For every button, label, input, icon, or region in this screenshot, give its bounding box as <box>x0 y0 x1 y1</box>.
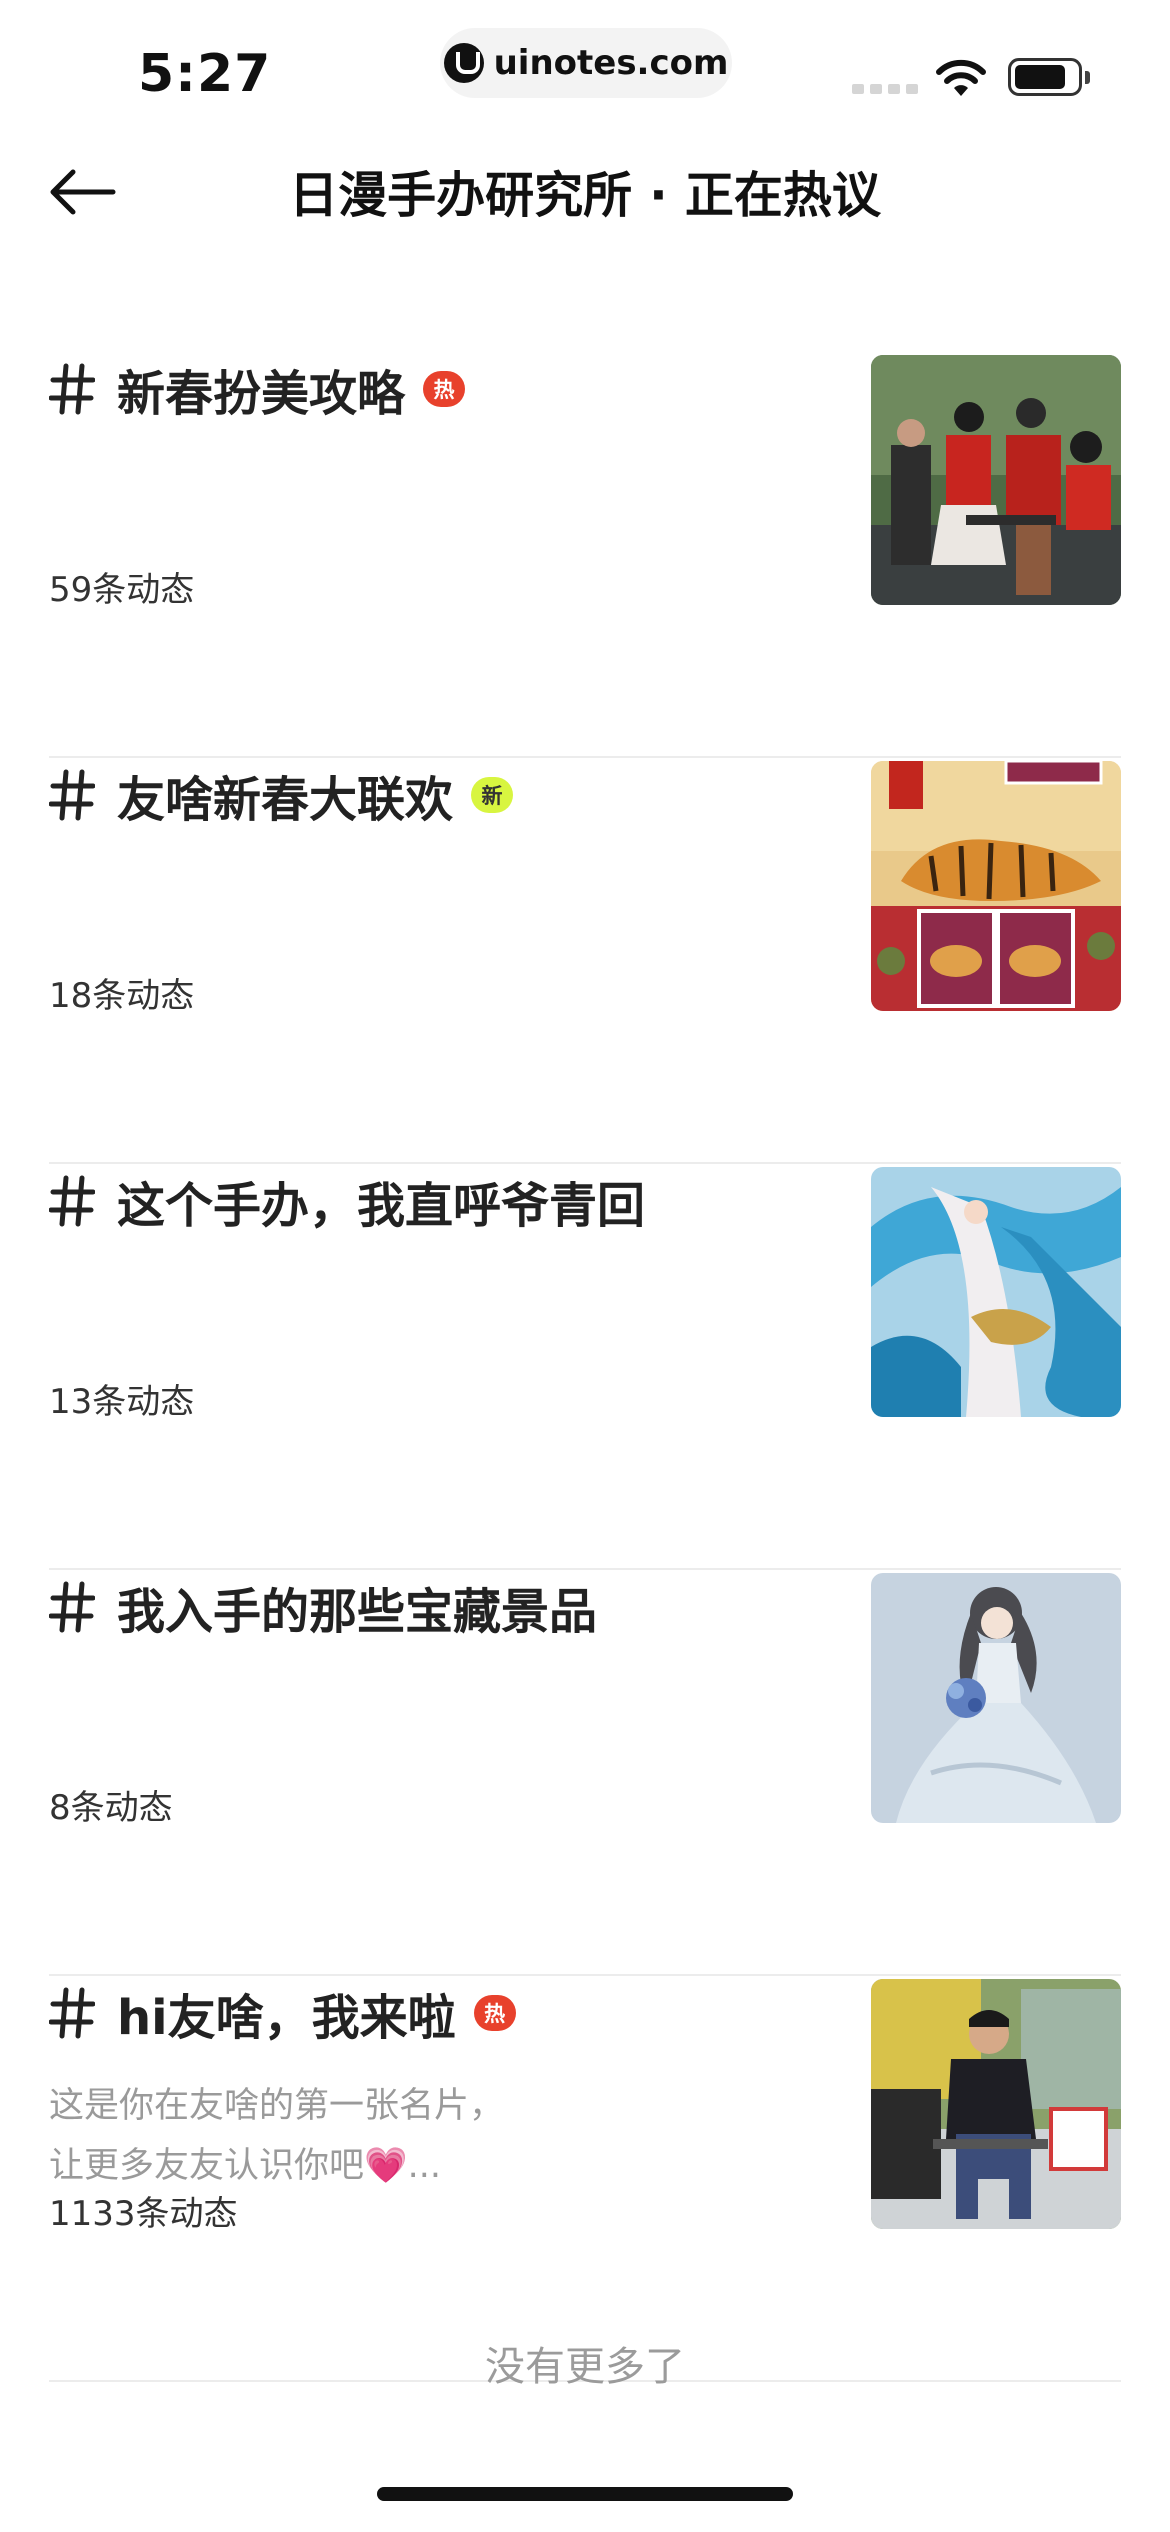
bride-figure-thumbnail <box>871 1573 1121 1823</box>
hashtag-icon <box>49 1987 95 2039</box>
tiger-stamp-thumbnail <box>871 761 1121 1011</box>
topic-title: hi友啥，我来啦 <box>117 1990 456 2046</box>
topic-post-count: 8条动态 <box>49 1788 173 1828</box>
topic-thumbnail-image[interactable] <box>871 1167 1121 1417</box>
wifi-icon <box>936 59 986 96</box>
topic-item[interactable]: 这个手办，我直呼爷青回 13条动态 <box>0 1164 1170 1570</box>
topic-post-count: 59条动态 <box>49 570 195 610</box>
hashtag-icon <box>49 1175 95 1227</box>
topic-title: 新春扮美攻略 <box>117 366 406 422</box>
cellular-signal-icon <box>852 84 918 94</box>
topic-item[interactable]: hi友啥，我来啦 热 这是你在友啥的第一张名片， 让更多友友认识你吧💗... 1… <box>0 1976 1170 2382</box>
group-photo-thumbnail <box>871 355 1121 605</box>
url-text: uinotes.com <box>493 43 729 83</box>
no-more-footer: 没有更多了 <box>485 2344 685 2390</box>
topic-title: 友啥新春大联欢 <box>117 772 454 828</box>
topic-title: 我入手的那些宝藏景品 <box>117 1584 598 1640</box>
home-indicator[interactable] <box>377 2487 793 2501</box>
url-pill[interactable]: uinotes.com <box>440 28 732 98</box>
topic-title: 这个手办，我直呼爷青回 <box>117 1178 646 1234</box>
topic-title-row: 友啥新春大联欢 新 <box>49 758 514 832</box>
topic-description: 这是你在友啥的第一张名片， 让更多友友认识你吧💗... <box>49 2086 505 2186</box>
status-time: 5:27 <box>138 44 272 104</box>
topic-title-row: 新春扮美攻略 热 <box>49 352 466 426</box>
topic-thumbnail-image[interactable] <box>871 355 1121 605</box>
topic-thumbnail-image[interactable] <box>871 761 1121 1011</box>
hot-badge: 热 <box>473 1995 516 2031</box>
hot-badge: 热 <box>423 371 466 407</box>
topic-title-row: 这个手办，我直呼爷青回 <box>49 1164 645 1238</box>
hashtag-icon <box>49 363 95 415</box>
dragon-figure-thumbnail <box>871 1167 1121 1417</box>
hashtag-icon <box>49 1581 95 1633</box>
topic-thumbnail-image[interactable] <box>871 1573 1121 1823</box>
topic-post-count: 13条动态 <box>49 1382 195 1422</box>
status-bar: 5:27 uinotes.com <box>0 0 1170 130</box>
topic-list: 新春扮美攻略 热 59条动态 友啥新春大联欢 新 18条动态 这个手办，我直呼爷… <box>0 352 1170 2382</box>
topic-list-page: 5:27 uinotes.com 日漫手办研究所 · 正在热议 新春扮美攻略 热… <box>0 0 1170 2532</box>
topic-thumbnail-image[interactable] <box>871 1979 1121 2229</box>
hashtag-icon <box>49 769 95 821</box>
topic-title-row: 我入手的那些宝藏景品 <box>49 1570 597 1644</box>
topic-item[interactable]: 新春扮美攻略 热 59条动态 <box>0 352 1170 758</box>
topic-post-count: 1133条动态 <box>49 2194 238 2234</box>
site-logo-icon <box>443 43 484 83</box>
topic-title-row: hi友啥，我来啦 热 <box>49 1976 516 2050</box>
topic-post-count: 18条动态 <box>49 976 195 1016</box>
page-title: 日漫手办研究所 · 正在热议 <box>289 167 881 224</box>
topic-item[interactable]: 我入手的那些宝藏景品 8条动态 <box>0 1570 1170 1976</box>
man-photo-thumbnail <box>871 1979 1121 2229</box>
nav-header: 日漫手办研究所 · 正在热议 <box>0 130 1170 250</box>
new-badge: 新 <box>471 777 514 813</box>
topic-item[interactable]: 友啥新春大联欢 新 18条动态 <box>0 758 1170 1164</box>
battery-icon <box>1008 58 1090 98</box>
